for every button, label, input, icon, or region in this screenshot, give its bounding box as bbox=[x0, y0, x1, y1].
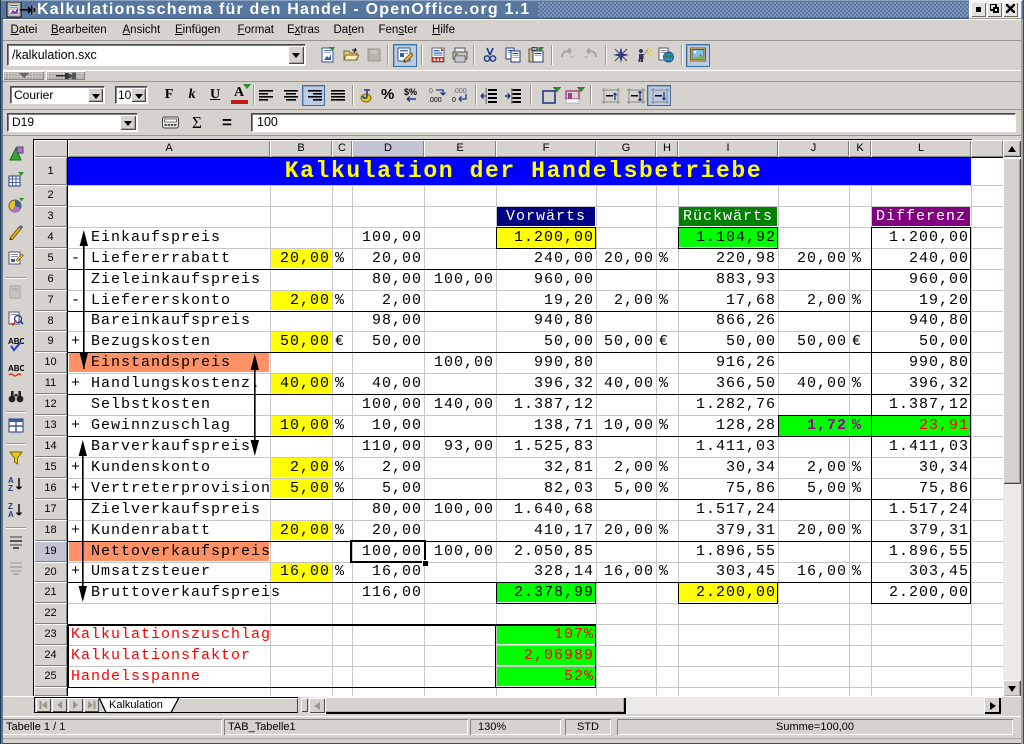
svg-text:$%: $% bbox=[404, 87, 417, 97]
svg-text:.000: .000 bbox=[453, 88, 467, 95]
svg-text:A: A bbox=[8, 510, 14, 518]
svg-text:.000: .000 bbox=[428, 97, 442, 104]
svg-text:0: 0 bbox=[452, 97, 456, 104]
svg-text:Z: Z bbox=[8, 484, 13, 492]
svg-text:ABC: ABC bbox=[8, 364, 24, 373]
svg-text:ABC: ABC bbox=[8, 337, 24, 346]
svg-text:0: 0 bbox=[429, 88, 433, 95]
